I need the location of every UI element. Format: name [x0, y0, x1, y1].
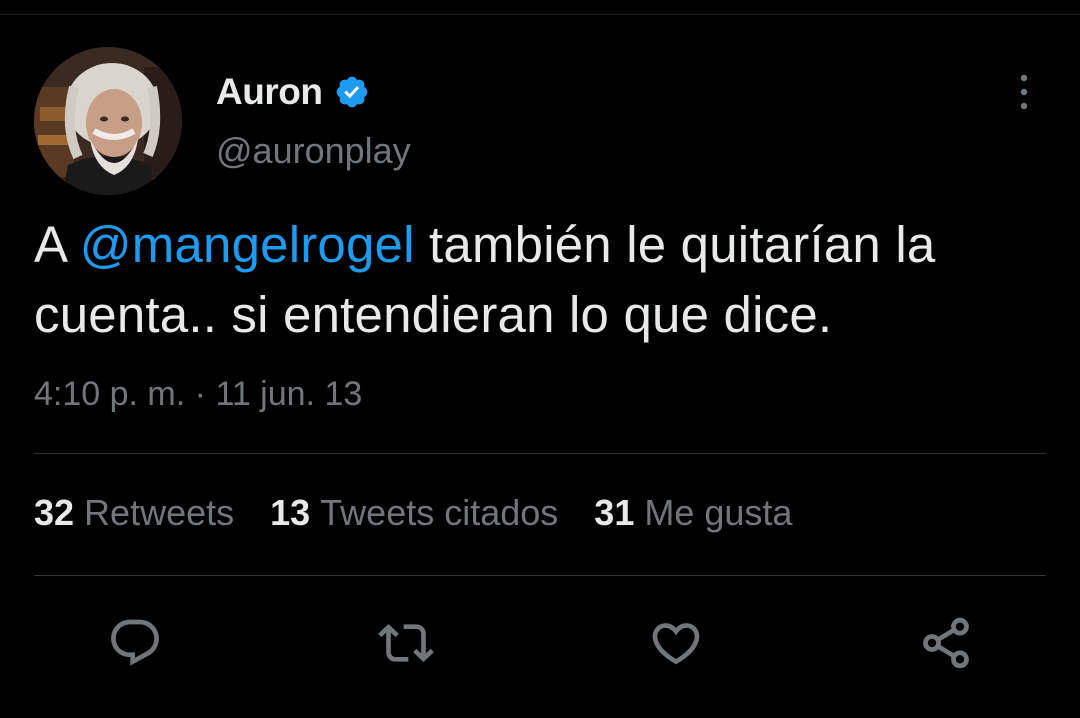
tweet-text: A @mangelrogel también le quitarían la c…	[34, 210, 1064, 350]
retweets-count: 32	[34, 492, 75, 533]
share-icon[interactable]	[918, 615, 974, 671]
tweet-date: 11 jun. 13	[215, 375, 363, 413]
mention-link[interactable]: @mangelrogel	[80, 216, 415, 273]
likes-stat[interactable]: 31 Me gusta	[594, 492, 792, 534]
likes-count: 31	[594, 492, 635, 533]
quote-tweets-stat[interactable]: 13 Tweets citados	[270, 492, 558, 534]
retweets-stat[interactable]: 32 Retweets	[34, 492, 234, 534]
avatar[interactable]	[34, 47, 182, 195]
verified-badge-icon	[334, 74, 370, 110]
divider	[34, 575, 1046, 576]
quote-tweets-label: Tweets citados	[320, 492, 559, 533]
tweet-time: 4:10 p. m.	[34, 375, 186, 413]
avatar-image	[34, 47, 182, 195]
author-display-name[interactable]: Auron	[216, 71, 323, 113]
reply-icon[interactable]	[107, 615, 163, 671]
author-name-row[interactable]: Auron	[216, 70, 370, 114]
timestamp-separator: ·	[194, 375, 206, 413]
divider	[34, 453, 1046, 454]
likes-label: Me gusta	[644, 492, 793, 533]
tweet-timestamp[interactable]: 4:10 p. m. · 11 jun. 13	[34, 375, 362, 414]
quote-tweets-count: 13	[270, 492, 311, 533]
like-icon[interactable]	[648, 615, 704, 671]
tweet-stats: 32 Retweets 13 Tweets citados 31 Me gusta	[34, 492, 828, 534]
retweet-icon[interactable]	[378, 615, 434, 671]
more-options-icon[interactable]	[1010, 72, 1038, 112]
tweet-detail: Auron @auronplay A @mangelrogel también …	[0, 0, 1080, 718]
tweet-text-prefix: A	[34, 216, 80, 273]
retweets-label: Retweets	[84, 492, 235, 533]
author-handle[interactable]: @auronplay	[216, 130, 411, 172]
